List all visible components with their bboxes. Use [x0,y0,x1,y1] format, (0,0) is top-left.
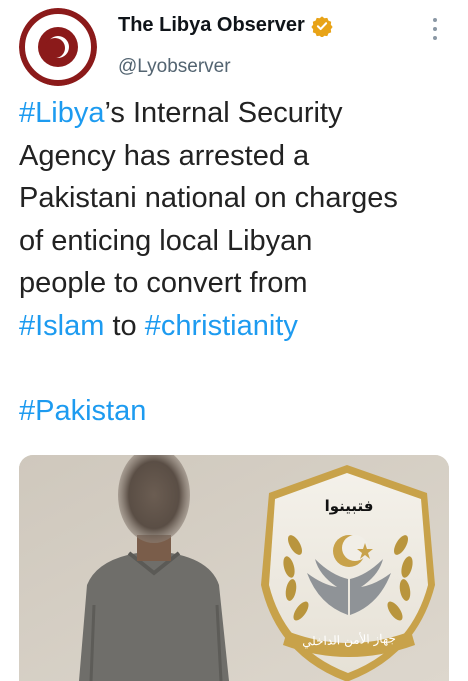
tweet-text-segment: of enticing local Libyan [19,224,313,257]
tweet-line [19,347,459,390]
tweet-line: Agency has arrested a [19,135,459,178]
tweet-photo [19,455,449,681]
author-handle[interactable]: @Lyobserver [118,56,231,78]
tweet-text-segment: Pakistani national on charges [19,182,398,214]
tweet-line: #Libya’s Internal Security [19,92,459,135]
avatar[interactable] [19,8,97,86]
tweet-line: of enticing local Libyan [19,220,459,263]
hashtag-link[interactable]: #Libya [19,97,104,129]
verified-badge-icon [311,15,333,37]
hashtag-link[interactable]: #Pakistan [19,395,146,427]
hashtag-link[interactable]: #Islam [19,310,104,342]
display-name[interactable]: The Libya Observer [118,14,305,37]
tweet-line: people to convert from [19,262,459,305]
tweet-line: Pakistani national on charges [19,177,459,220]
tweet-line: #Islam to #christianity [19,305,459,348]
tweet-image[interactable]: فتبينوا جهاز الأمن الداخلي [19,455,449,681]
tweet-text-segment: ’s Internal Security [104,97,343,129]
author-name-row[interactable]: The Libya Observer [118,14,333,37]
tweet-text-segment: to [104,309,145,342]
tweet-line: #Pakistan [19,390,459,433]
tweet-text: #Libya’s Internal Security Agency has arr… [19,92,459,432]
hashtag-link[interactable]: #christianity [145,310,298,342]
tweet-text-segment: Agency has arrested a [19,139,310,172]
emblem-arabic-top: فتبينوا [324,497,374,515]
tweet-text-segment: people to convert from [19,267,308,299]
libya-observer-logo-icon [19,8,97,86]
more-options-icon[interactable] [432,18,438,40]
